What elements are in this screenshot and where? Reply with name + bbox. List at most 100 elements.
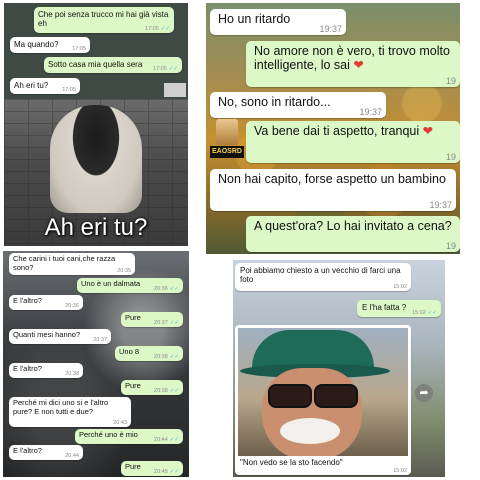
- message-bubble[interactable]: No, sono in ritardo... 19:37: [210, 92, 386, 118]
- message-text: E l'altro?: [13, 364, 42, 373]
- message-text: Perché mi dici uno si e l'altro pure? E …: [13, 398, 109, 416]
- message-text: Ma quando?: [14, 40, 59, 49]
- message-time: 19: [445, 75, 456, 86]
- message-time: 19:37: [359, 106, 382, 117]
- message-text: E l'altro?: [13, 296, 42, 305]
- message-text: Pure: [125, 462, 141, 471]
- message-time-value: 20:37: [154, 319, 168, 326]
- message-bubble[interactable]: A quest'ora? Lo hai invitato a cena? 19: [246, 216, 460, 252]
- photo-caption: "Non vedo se la sto facendo": [240, 458, 343, 467]
- message-time: 19:37: [319, 23, 342, 34]
- heart-icon: ❤: [353, 58, 364, 73]
- message-time-value: 20:36: [154, 285, 168, 292]
- message-time: 20:43: [113, 419, 127, 426]
- message-bubble[interactable]: Che carini i tuoi cani,che razza sono? 2…: [9, 253, 135, 275]
- meme-caption: Ah eri tu?: [44, 214, 148, 241]
- message-text: Pure: [125, 313, 141, 322]
- message-bubble[interactable]: Uno è un dalmata 20:36 ✓✓: [77, 278, 183, 293]
- message-time: 20:37 ✓✓: [154, 320, 179, 326]
- message-time-value: 15:02: [412, 309, 426, 316]
- message-time: 20:38: [65, 370, 79, 377]
- message-time: 17:05 ✓✓: [145, 26, 170, 32]
- message-bubble[interactable]: Perché uno è mio 20:44 ✓✓: [75, 429, 183, 444]
- message-text: Che carini i tuoi cani,che razza sono?: [13, 254, 116, 272]
- message-text: Ho un ritardo: [218, 12, 291, 26]
- message-bubble[interactable]: Poi abbiamo chiesto a un vecchio di farc…: [235, 263, 411, 291]
- message-bubble[interactable]: Sotto casa mia quella sera 17:05 ✓✓: [44, 57, 182, 73]
- message-bubble[interactable]: Uno 8 20:38 ✓✓: [115, 346, 183, 361]
- message-text: Va bene dai ti aspetto, tranqui: [254, 124, 420, 138]
- message-bubble[interactable]: Ma quando? 17:05: [10, 37, 90, 53]
- message-text: Quanti mesi hanno?: [13, 330, 81, 339]
- message-text: Non hai capito, forse aspetto un bambino: [218, 172, 446, 186]
- message-text: Uno è un dalmata: [81, 279, 141, 288]
- message-time: 15:02: [393, 283, 407, 290]
- message-text: Poi abbiamo chiesto a un vecchio di farc…: [240, 266, 401, 285]
- heart-icon: ❤: [422, 124, 434, 138]
- message-bubble[interactable]: Che poi senza trucco mi hai già vista eh…: [34, 7, 174, 33]
- logo-stamp: [164, 83, 186, 97]
- message-time-value: 20:44: [154, 436, 168, 443]
- message-time-value: 20:38: [154, 387, 168, 394]
- message-time: 15:02 ✓✓: [412, 310, 437, 316]
- message-bubble[interactable]: E l'altro? 20:36: [9, 295, 83, 310]
- message-bubble[interactable]: Ah eri tu? 17:05: [10, 78, 80, 94]
- message-bubble[interactable]: E l'altro? 20:38: [9, 363, 83, 378]
- message-time: 20:37: [93, 336, 107, 343]
- message-text: E l'altro?: [13, 446, 42, 455]
- mustache: [280, 418, 340, 444]
- share-icon[interactable]: ➦: [415, 384, 433, 402]
- meme-photo: Ah eri tu?: [4, 99, 188, 246]
- image-message[interactable]: "Non vedo se la sto facendo" 15:02: [235, 325, 411, 475]
- message-text: A quest'ora? Lo hai invitato a cena?: [254, 219, 452, 233]
- sunglasses: [264, 384, 360, 408]
- old-man-photo[interactable]: [238, 328, 408, 456]
- message-text: Pure: [125, 381, 141, 390]
- message-text: No amore non è vero, ti trovo molto inte…: [254, 44, 450, 73]
- message-time: 17:05: [62, 86, 76, 93]
- chat-screenshot-foto: Poi abbiamo chiesto a un vecchio di farc…: [233, 260, 445, 477]
- message-bubble[interactable]: Pure 20:37 ✓✓: [121, 312, 183, 327]
- message-time: 19: [445, 151, 456, 162]
- crouching-person-figure: [50, 105, 142, 213]
- message-bubble[interactable]: Pure 20:45 ✓✓: [121, 461, 183, 476]
- message-text: Ah eri tu?: [14, 81, 49, 90]
- read-ticks-icon: ✓✓: [160, 25, 170, 32]
- message-time: 17:05: [72, 45, 86, 52]
- message-time: 19:37: [429, 199, 452, 210]
- read-ticks-icon: ✓✓: [169, 285, 179, 292]
- chat-screenshot-trucco: Che poi senza trucco mi hai già vista eh…: [4, 3, 188, 246]
- message-bubble[interactable]: Perché mi dici uno si e l'altro pure? E …: [9, 397, 131, 427]
- message-bubble[interactable]: Quanti mesi hanno? 20:37: [9, 329, 111, 344]
- message-bubble[interactable]: Ho un ritardo 19:37: [210, 9, 346, 35]
- message-text: Sotto casa mia quella sera: [48, 60, 143, 69]
- message-bubble[interactable]: E l'altro? 20:44: [9, 445, 83, 460]
- message-time: 20:36: [65, 302, 79, 309]
- message-time: 15:02: [393, 468, 407, 474]
- message-text: No, sono in ritardo...: [218, 95, 331, 109]
- message-bubble[interactable]: Non hai capito, forse aspetto un bambino…: [210, 169, 456, 211]
- chat-screenshot-cani: Che carini i tuoi cani,che razza sono? 2…: [3, 251, 189, 477]
- message-bubble[interactable]: Va bene dai ti aspetto, tranqui ❤ 19: [246, 121, 460, 163]
- read-ticks-icon: ✓✓: [169, 387, 179, 394]
- message-time: 20:35: [117, 267, 131, 274]
- read-ticks-icon: ✓✓: [169, 468, 179, 475]
- message-bubble[interactable]: No amore non è vero, ti trovo molto inte…: [246, 41, 460, 87]
- message-text: E l'ha fatta ?: [362, 303, 407, 312]
- read-ticks-icon: ✓✓: [169, 353, 179, 360]
- message-bubble[interactable]: Pure 20:38 ✓✓: [121, 380, 183, 395]
- message-time: 20:45 ✓✓: [154, 469, 179, 475]
- avatar-image: [216, 119, 238, 145]
- read-ticks-icon: ✓✓: [169, 436, 179, 443]
- message-bubble[interactable]: E l'ha fatta ? 15:02 ✓✓: [357, 300, 441, 317]
- avatar-label: EAOSRD: [210, 146, 244, 158]
- message-time-value: 17:05: [153, 65, 167, 72]
- avatar: EAOSRD: [210, 119, 244, 163]
- message-time-value: 20:45: [154, 468, 168, 475]
- message-time: 20:36 ✓✓: [154, 286, 179, 292]
- chat-screenshot-ritardo: Ho un ritardo 19:37 No amore non è vero,…: [206, 3, 460, 254]
- message-time: 17:05 ✓✓: [153, 66, 178, 72]
- read-ticks-icon: ✓✓: [168, 65, 178, 72]
- message-text: Perché uno è mio: [79, 430, 138, 439]
- message-time-value: 20:38: [154, 353, 168, 360]
